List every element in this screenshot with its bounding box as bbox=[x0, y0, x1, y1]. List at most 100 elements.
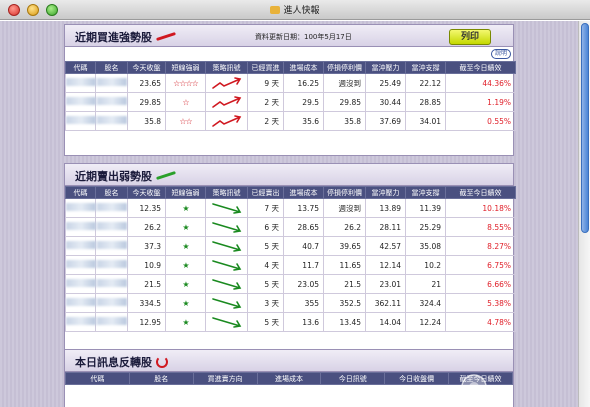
entry-cost-cell: 40.7 bbox=[283, 236, 324, 256]
print-button[interactable]: 列印 bbox=[449, 29, 491, 45]
entry-cost-cell: 13.6 bbox=[283, 312, 324, 332]
stop-price-cell: 35.8 bbox=[323, 111, 366, 131]
column-header: 今日訊號 bbox=[320, 372, 386, 385]
strength-cell: ☆☆ bbox=[165, 111, 206, 131]
content-area: 近期買進強勢股 資料更新日期：100年5月17日 列印 說明 代碼 股名 今天收盤短… bbox=[0, 21, 578, 407]
column-header: 已經賣出 bbox=[247, 186, 284, 199]
support-cell: 10.2 bbox=[405, 255, 446, 275]
close-price-cell: 10.9 bbox=[127, 255, 166, 275]
resistance-cell: 12.14 bbox=[365, 255, 406, 275]
signal-cell bbox=[205, 92, 248, 112]
table-row[interactable]: 10.9 ★ 4 天 11.7 11.65 12.14 10.2 6.75% bbox=[65, 255, 516, 275]
strength-cell: ★ bbox=[165, 236, 206, 256]
sell-weak-header-row: 代碼 股名 今天收盤 短線強弱 策略訊號 已經賣出 進場成本 停損停利價 當沖壓力 當沖支撐 截至今… bbox=[65, 186, 516, 199]
table-row[interactable]: 334.5 ★ 3 天 355 352.5 362.11 324.4 5.38% bbox=[65, 293, 516, 313]
table-row[interactable]: 21.5 ★ 5 天 23.05 21.5 23.01 21 6.66% bbox=[65, 274, 516, 294]
stop-price-cell: 29.85 bbox=[323, 92, 366, 112]
strength-cell: ★ bbox=[165, 255, 206, 275]
column-header: 短線強弱 bbox=[165, 61, 206, 74]
performance-cell: 44.36% bbox=[445, 73, 516, 93]
strength-stars-icon: ☆☆☆☆ bbox=[173, 78, 199, 88]
stock-name-cell bbox=[95, 274, 128, 294]
signal-cell bbox=[205, 73, 248, 93]
entry-cost-cell: 29.5 bbox=[283, 92, 324, 112]
stock-code-cell bbox=[65, 73, 96, 93]
sell-signal-arrow-icon bbox=[211, 222, 241, 233]
column-header: 買進賣方向 bbox=[192, 372, 258, 385]
resistance-cell: 13.89 bbox=[365, 198, 406, 218]
vertical-scrollbar[interactable] bbox=[578, 21, 590, 407]
signal-cell bbox=[205, 217, 248, 237]
performance-cell: 8.55% bbox=[445, 217, 516, 237]
resistance-cell: 28.11 bbox=[365, 217, 406, 237]
support-cell: 35.08 bbox=[405, 236, 446, 256]
buy-strong-panel: 近期買進強勢股 資料更新日期：100年5月17日 列印 說明 代碼 股名 今天收盤短… bbox=[64, 24, 516, 156]
strength-stars-icon: ★ bbox=[182, 203, 189, 213]
redacted-code bbox=[66, 279, 96, 287]
strength-stars-icon: ★ bbox=[182, 222, 189, 232]
support-cell: 28.85 bbox=[405, 92, 446, 112]
resistance-cell: 362.11 bbox=[365, 293, 406, 313]
stop-price-cell: 21.5 bbox=[323, 274, 366, 294]
redacted-code bbox=[66, 78, 96, 86]
scrollbar-thumb[interactable] bbox=[581, 23, 589, 233]
redacted-name bbox=[96, 298, 127, 306]
stock-name-cell bbox=[95, 73, 128, 93]
signal-cell bbox=[205, 293, 248, 313]
column-header: 策略訊號 bbox=[205, 61, 248, 74]
buy-strong-body: 23.65 ☆☆☆☆ 9 天 16.25 週沒到 25.49 22.12 44.36% 29.8… bbox=[65, 73, 516, 131]
stock-name-cell bbox=[95, 217, 128, 237]
green-swoosh-icon bbox=[156, 170, 176, 181]
performance-cell: 1.19% bbox=[445, 92, 516, 112]
column-header: 當沖支撐 bbox=[405, 186, 446, 199]
stock-name-cell bbox=[95, 236, 128, 256]
redacted-name bbox=[96, 241, 127, 249]
stop-price-cell: 39.65 bbox=[323, 236, 366, 256]
buy-strong-header-row: 代碼 股名 今天收盤 短線強弱 策略訊號 已經買進 進場成本 停損停利價 當沖壓力 當沖支撐 截至今… bbox=[65, 61, 516, 74]
stop-price-cell: 週沒到 bbox=[323, 73, 366, 93]
support-cell: 12.24 bbox=[405, 312, 446, 332]
stop-price-cell: 352.5 bbox=[323, 293, 366, 313]
title-bar: 進人快報 bbox=[0, 0, 590, 20]
buy-signal-arrow-icon bbox=[211, 96, 241, 108]
table-row[interactable]: 37.3 ★ 5 天 40.7 39.65 42.57 35.08 8.27% bbox=[65, 236, 516, 256]
sell-weak-panel: 近期賣出弱勢股 代碼 股名 今天收盤 短線強弱 策略訊號 已經賣出 進場成本 停損停利價 當沖壓… bbox=[64, 163, 516, 373]
resistance-cell: 25.49 bbox=[365, 73, 406, 93]
redacted-code bbox=[66, 317, 96, 325]
table-row[interactable]: 23.65 ☆☆☆☆ 9 天 16.25 週沒到 25.49 22.12 44.36% bbox=[65, 73, 516, 93]
sell-signal-arrow-icon bbox=[211, 279, 241, 290]
stop-price-cell: 26.2 bbox=[323, 217, 366, 237]
redacted-name bbox=[96, 116, 127, 124]
reversal-icon bbox=[156, 356, 168, 368]
table-row[interactable]: 12.35 ★ 7 天 13.75 週沒到 13.89 11.39 10.18% bbox=[65, 198, 516, 218]
performance-cell: 10.18% bbox=[445, 198, 516, 218]
stock-name-cell bbox=[95, 293, 128, 313]
performance-cell: 6.66% bbox=[445, 274, 516, 294]
redacted-name bbox=[96, 317, 127, 325]
signal-cell bbox=[205, 111, 248, 131]
table-row[interactable]: 29.85 ☆ 2 天 29.5 29.85 30.44 28.85 1.19% bbox=[65, 92, 516, 112]
entry-cost-cell: 35.6 bbox=[283, 111, 324, 131]
column-header: 當沖壓力 bbox=[365, 186, 406, 199]
stock-code-cell bbox=[65, 198, 96, 218]
column-header: 當沖支撐 bbox=[405, 61, 446, 74]
table-row[interactable]: 35.8 ☆☆ 2 天 35.6 35.8 37.69 34.01 0.55% bbox=[65, 111, 516, 131]
help-button[interactable]: 說明 bbox=[490, 49, 511, 59]
close-price-cell: 334.5 bbox=[127, 293, 166, 313]
column-header: 進場成本 bbox=[283, 186, 324, 199]
signal-cell bbox=[205, 274, 248, 294]
redacted-name bbox=[96, 78, 127, 86]
strength-cell: ★ bbox=[165, 198, 206, 218]
resistance-cell: 37.69 bbox=[365, 111, 406, 131]
resistance-cell: 42.57 bbox=[365, 236, 406, 256]
table-row[interactable]: 12.95 ★ 5 天 13.6 13.45 14.04 12.24 4.78% bbox=[65, 312, 516, 332]
reversal-panel: 本日訊息反轉股 代碼股名買進賣方向進場成本今日訊號今日收盤價截至今日績效 bbox=[64, 349, 514, 407]
resistance-cell: 30.44 bbox=[365, 92, 406, 112]
redacted-code bbox=[66, 241, 96, 249]
redacted-code bbox=[66, 116, 96, 124]
sell-signal-arrow-icon bbox=[211, 317, 241, 328]
table-row[interactable]: 26.2 ★ 6 天 28.65 26.2 28.11 25.29 8.55% bbox=[65, 217, 516, 237]
stock-name-cell bbox=[95, 198, 128, 218]
sell-signal-arrow-icon bbox=[211, 298, 241, 309]
reversal-title: 本日訊息反轉股 bbox=[75, 354, 168, 370]
